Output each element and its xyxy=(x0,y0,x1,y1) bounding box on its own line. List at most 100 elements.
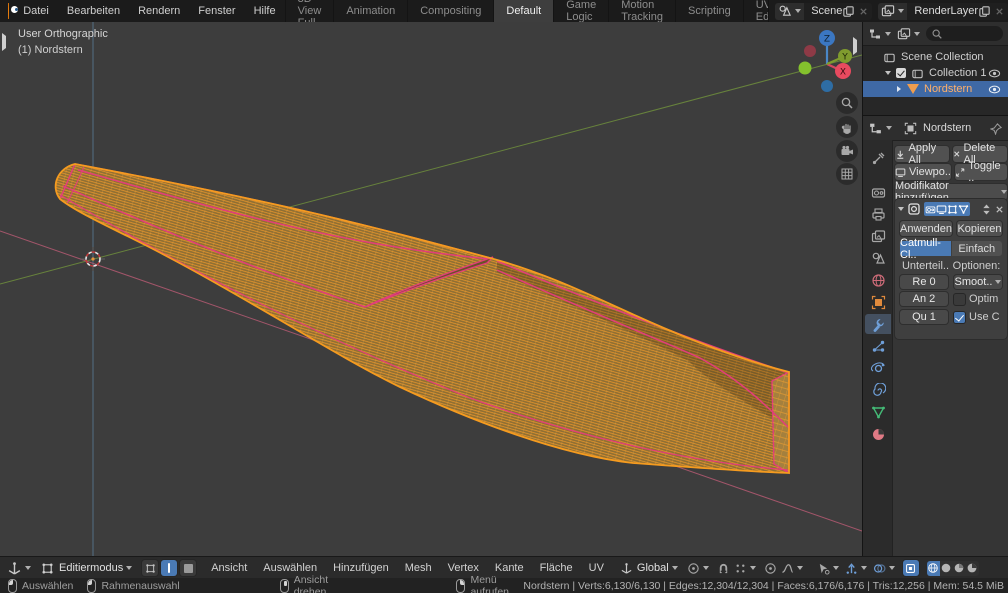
scene-unlink-icon[interactable] xyxy=(859,7,868,16)
render-layer-copy-icon[interactable] xyxy=(978,5,991,18)
render-levels-field[interactable]: Re 0 xyxy=(900,275,948,289)
shading-wireframe-button[interactable] xyxy=(927,561,940,576)
tab-object[interactable] xyxy=(865,292,891,312)
tab-render[interactable] xyxy=(865,182,891,202)
shading-rendered-button[interactable] xyxy=(966,561,979,576)
navigation-gizmo[interactable]: Z Y X xyxy=(794,26,860,98)
remove-modifier-icon[interactable] xyxy=(995,205,1004,214)
pan-button[interactable] xyxy=(836,116,858,138)
menu-hilfe[interactable]: Hilfe xyxy=(245,5,285,17)
modifier-display-toggles[interactable] xyxy=(924,202,970,216)
subdivision-type-catmull-button[interactable]: Catmull-Cl.. xyxy=(900,241,951,256)
workspace-tab-uv-edit[interactable]: UV Edit xyxy=(743,0,769,22)
modifier-copy-button[interactable]: Kopieren xyxy=(957,221,1002,236)
uv-smooth-dropdown[interactable]: Smoot.. xyxy=(954,275,1002,289)
outliner-row-scene-collection[interactable]: Scene Collection xyxy=(863,49,1008,65)
expand-arrow-icon[interactable] xyxy=(897,86,901,92)
tab-constraints[interactable] xyxy=(865,380,891,400)
tab-particles[interactable] xyxy=(865,336,891,356)
menu-uv[interactable]: UV xyxy=(581,562,612,574)
show-overlays-dropdown[interactable] xyxy=(873,562,895,575)
tab-material[interactable] xyxy=(865,424,891,444)
outliner-display-mode-button[interactable] xyxy=(897,27,920,41)
use-creases-checkbox[interactable] xyxy=(954,312,965,323)
proportional-edit-icon[interactable] xyxy=(764,562,777,575)
falloff-dropdown[interactable] xyxy=(781,562,803,575)
realtime-toggle-icon[interactable] xyxy=(936,204,947,215)
mode-selector[interactable]: Editiermodus xyxy=(41,562,132,575)
add-modifier-dropdown[interactable]: Modifikator hinzufügen xyxy=(895,184,1007,200)
tab-modifiers[interactable] xyxy=(865,314,891,334)
tab-world[interactable] xyxy=(865,270,891,290)
transform-orientation-dropdown[interactable]: Global xyxy=(620,562,678,575)
cage-toggle-icon[interactable] xyxy=(958,204,969,215)
optimal-display-checkbox[interactable] xyxy=(954,294,965,305)
viewport-3d[interactable]: User Orthographic (1) Nordstern Z Y X xyxy=(0,22,862,556)
expand-arrow-icon[interactable] xyxy=(885,71,891,75)
shading-solid-button[interactable] xyxy=(940,561,953,576)
outliner-row-nordstern[interactable]: Nordstern xyxy=(863,81,1008,97)
shading-material-button[interactable] xyxy=(953,561,966,576)
menu-hinzufuegen[interactable]: Hinzufügen xyxy=(325,562,397,574)
menu-datei[interactable]: Datei xyxy=(14,5,58,17)
face-select-button[interactable] xyxy=(180,560,196,576)
camera-view-button[interactable] xyxy=(836,140,858,162)
render-layer-unlink-icon[interactable] xyxy=(995,7,1004,16)
viewport-display-button[interactable]: Viewpo.. xyxy=(895,164,951,180)
eye-icon[interactable] xyxy=(988,83,1001,96)
snap-magnet-icon[interactable] xyxy=(717,562,730,575)
render-layer-field[interactable]: RenderLayer xyxy=(907,3,1008,20)
pivot-point-dropdown[interactable] xyxy=(687,562,709,575)
workspace-tab-3d-view-full[interactable]: 3D View Full xyxy=(285,0,334,22)
subdivision-type-simple-button[interactable]: Einfach xyxy=(952,241,1003,256)
menu-flaeche[interactable]: Fläche xyxy=(532,562,581,574)
toggle-button[interactable]: Toggle .. xyxy=(955,164,1007,180)
toolbar-expand-icon[interactable] xyxy=(2,36,6,48)
snap-settings-dropdown[interactable] xyxy=(734,562,756,575)
show-gizmo-dropdown[interactable] xyxy=(845,562,867,575)
tab-scene[interactable] xyxy=(865,248,891,268)
workspace-tab-scripting[interactable]: Scripting xyxy=(675,0,743,22)
ortho-toggle-button[interactable] xyxy=(836,163,858,185)
scene-name-field[interactable]: Scene xyxy=(804,3,872,20)
menu-rendern[interactable]: Rendern xyxy=(129,5,189,17)
render-toggle-icon[interactable] xyxy=(925,204,936,215)
workspace-tab-game-logic[interactable]: Game Logic xyxy=(553,0,608,22)
menu-kante[interactable]: Kante xyxy=(487,562,532,574)
tab-tool[interactable] xyxy=(865,148,891,168)
scene-browse-button[interactable] xyxy=(775,3,804,20)
viewport-levels-field[interactable]: An 2 xyxy=(900,292,948,306)
workspace-tab-default[interactable]: Default xyxy=(493,0,553,22)
outliner-search-input[interactable] xyxy=(926,26,1003,41)
xray-toggle-button[interactable] xyxy=(903,560,919,576)
workspace-tab-compositing[interactable]: Compositing xyxy=(407,0,493,22)
quality-field[interactable]: Qu 1 xyxy=(900,310,948,324)
panel-collapse-icon[interactable] xyxy=(898,207,904,211)
menu-mesh[interactable]: Mesh xyxy=(397,562,440,574)
object-visibility-dropdown[interactable] xyxy=(817,562,839,575)
properties-editor-type-button[interactable] xyxy=(868,121,892,136)
workspace-tab-motion-tracking[interactable]: Motion Tracking xyxy=(608,0,675,22)
editmode-toggle-icon[interactable] xyxy=(947,204,958,215)
reorder-modifier-icon[interactable] xyxy=(982,203,991,216)
collection-checkbox[interactable] xyxy=(896,68,906,78)
outliner-row-collection-1[interactable]: Collection 1 xyxy=(863,65,1008,81)
pin-icon[interactable] xyxy=(990,122,1003,135)
scene-copy-icon[interactable] xyxy=(842,5,855,18)
tab-physics[interactable] xyxy=(865,358,891,378)
menu-fenster[interactable]: Fenster xyxy=(189,5,244,17)
menu-ansicht[interactable]: Ansicht xyxy=(203,562,255,574)
zoom-button[interactable] xyxy=(836,92,858,114)
menu-auswaehlen[interactable]: Auswählen xyxy=(255,562,325,574)
tab-object-data[interactable] xyxy=(865,402,891,422)
menu-vertex[interactable]: Vertex xyxy=(440,562,487,574)
tab-output[interactable] xyxy=(865,204,891,224)
vertex-select-button[interactable] xyxy=(142,560,158,576)
tab-view-layer[interactable] xyxy=(865,226,891,246)
edge-select-button[interactable] xyxy=(161,560,177,576)
menu-bearbeiten[interactable]: Bearbeiten xyxy=(58,5,129,17)
outliner-editor-type-button[interactable] xyxy=(868,27,891,41)
workspace-tab-animation[interactable]: Animation xyxy=(333,0,407,22)
render-layer-browse-button[interactable] xyxy=(878,3,907,20)
apply-all-button[interactable]: Apply All xyxy=(895,146,949,162)
